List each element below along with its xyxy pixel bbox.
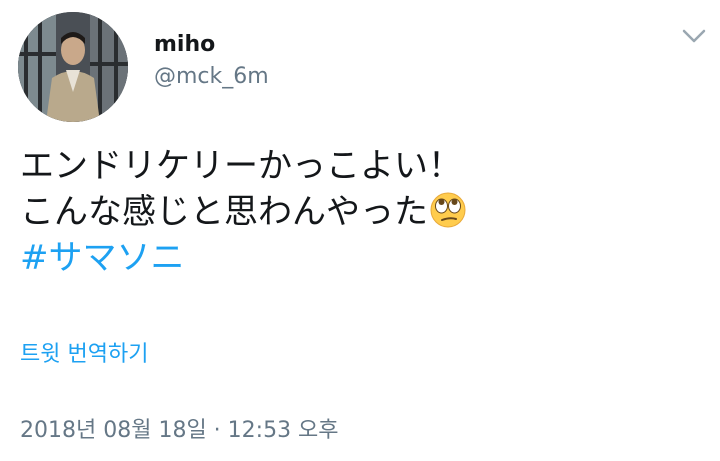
hashtag-link[interactable]: #サマソニ	[20, 235, 700, 281]
translate-tweet-link[interactable]: 트윗 번역하기	[20, 336, 148, 368]
profile-photo	[18, 12, 128, 122]
tweet-text-line-2-text: こんな感じと思わんやった	[20, 192, 428, 232]
display-name[interactable]: miho	[154, 32, 215, 57]
tweet-timestamp[interactable]: 2018년 08월 18일 · 12:53 오후	[20, 412, 339, 444]
face-with-rolling-eyes-emoji	[430, 192, 466, 228]
tweet-menu-button[interactable]	[680, 26, 708, 46]
user-handle[interactable]: @mck_6m	[154, 64, 269, 89]
avatar[interactable]	[18, 12, 128, 122]
tweet-text: エンドリケリーかっこよい！ こんな感じと思わんやった #サマソニ	[20, 143, 700, 281]
tweet-text-line-1: エンドリケリーかっこよい！	[20, 146, 462, 186]
tweet-text-line-2: こんな感じと思わんやった	[20, 189, 700, 235]
chevron-down-icon	[682, 29, 706, 43]
